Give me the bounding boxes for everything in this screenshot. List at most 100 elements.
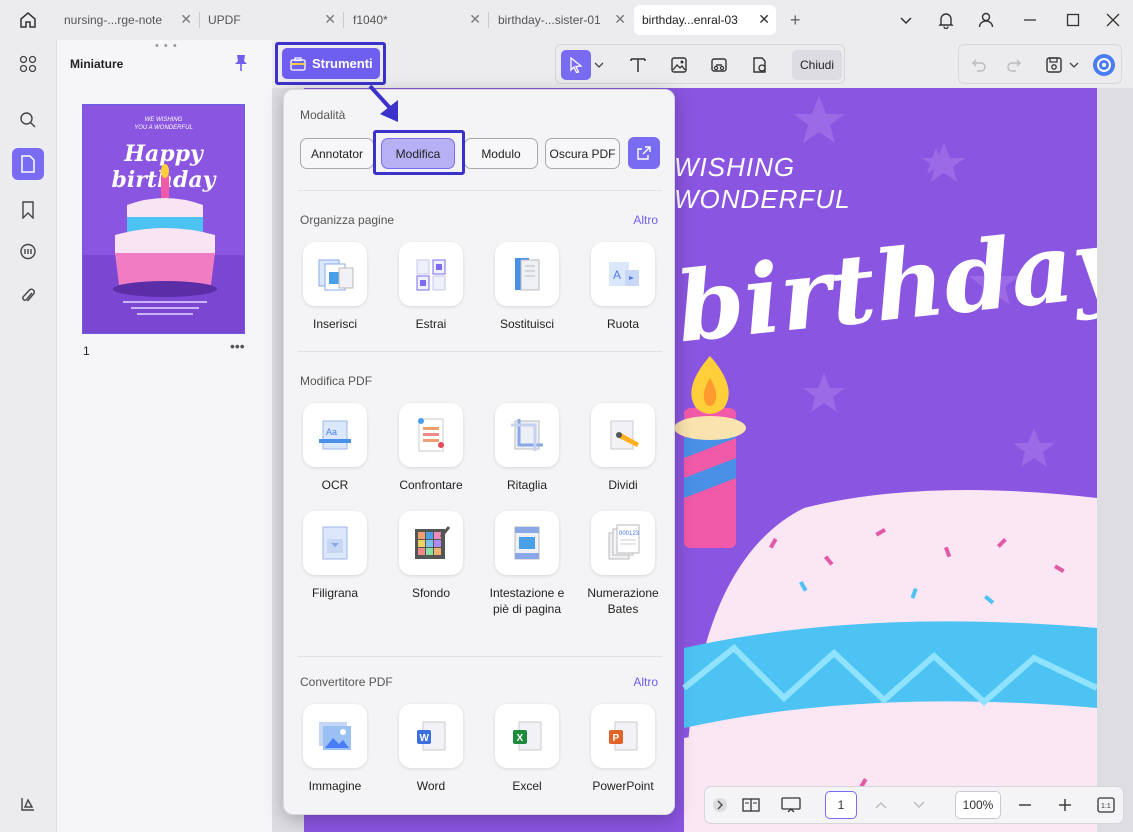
user-icon[interactable] xyxy=(976,10,996,30)
tool-ocr[interactable]: Aa OCR xyxy=(290,403,380,493)
tab-birthday-active[interactable]: birthday...enral-03 ✕ xyxy=(634,5,776,35)
tool-label: OCR xyxy=(321,478,349,492)
tool-numerazione-bates[interactable]: 000123 Numerazione Bates xyxy=(578,511,668,617)
tools-popup: Modalità Annotator Modifica Modulo Oscur… xyxy=(283,89,675,815)
tool-confrontare[interactable]: Confrontare xyxy=(386,403,476,493)
save-icon[interactable] xyxy=(1039,50,1069,80)
svg-text:A: A xyxy=(613,268,621,282)
collapse-nav-icon[interactable] xyxy=(711,791,729,819)
highlight-box xyxy=(373,130,465,175)
minimize-icon[interactable] xyxy=(1020,10,1040,30)
redo-icon[interactable] xyxy=(999,50,1029,80)
close-tab-icon[interactable]: ✕ xyxy=(469,11,481,28)
left-rail xyxy=(0,40,56,832)
thumb-page-number: 1 xyxy=(83,344,90,358)
zoom-level[interactable]: 100% xyxy=(955,791,1001,819)
page-navigation-bar: 1 100% 1:1 xyxy=(704,786,1124,824)
convertitore-altro-link[interactable]: Altro xyxy=(633,675,658,689)
tool-dividi[interactable]: Dividi xyxy=(578,403,668,493)
more-options-icon[interactable]: ••• xyxy=(230,338,245,354)
close-tab-icon[interactable]: ✕ xyxy=(180,11,192,28)
tool-ritaglia[interactable]: Ritaglia xyxy=(482,403,572,493)
tab-list-chevron-icon[interactable] xyxy=(896,10,916,30)
tab-bar: nursing-...rge-note ✕ UPDF ✕ f1040* ✕ bi… xyxy=(0,0,1133,40)
highlight-box xyxy=(275,42,386,85)
svg-text:W: W xyxy=(420,733,430,744)
svg-text:000123: 000123 xyxy=(619,531,640,537)
tool-word[interactable]: W Word xyxy=(386,704,476,794)
tool-label: Confrontare xyxy=(399,478,463,492)
previous-page-icon[interactable] xyxy=(871,791,891,819)
tab-nursing[interactable]: nursing-...rge-note ✕ xyxy=(56,5,198,35)
tool-intestazione[interactable]: Intestazione e piè di pagina xyxy=(482,511,572,617)
select-cursor-icon[interactable] xyxy=(561,50,591,80)
next-page-icon[interactable] xyxy=(909,791,929,819)
layers-icon[interactable] xyxy=(12,788,44,820)
bates-numbering-icon: 000123 xyxy=(591,511,655,575)
tab-birthday-sister[interactable]: birthday-...sister-01 ✕ xyxy=(490,5,632,35)
close-window-icon[interactable] xyxy=(1103,10,1123,30)
tool-sfondo[interactable]: Sfondo xyxy=(386,511,476,601)
image-tool-icon[interactable] xyxy=(664,50,694,80)
watermark-tool-icon[interactable] xyxy=(745,50,775,80)
tool-label: Excel xyxy=(512,779,542,793)
undo-icon[interactable] xyxy=(964,50,994,80)
rotate-pages-icon: A xyxy=(591,242,655,306)
close-tab-icon[interactable]: ✕ xyxy=(758,11,770,28)
pin-icon[interactable] xyxy=(234,54,248,75)
actual-size-icon[interactable]: 1:1 xyxy=(1095,791,1117,819)
replace-pages-icon xyxy=(495,242,559,306)
apps-grid-icon[interactable] xyxy=(12,48,44,80)
mode-annotator-button[interactable]: Annotator xyxy=(300,138,374,169)
tool-estrai[interactable]: Estrai xyxy=(386,242,476,332)
chiudi-button[interactable]: Chiudi xyxy=(792,50,842,80)
link-tool-icon[interactable] xyxy=(704,50,734,80)
annotation-arrow xyxy=(368,84,398,122)
panel-drag-handle[interactable]: • • • xyxy=(155,40,178,52)
tool-label: Intestazione e piè di pagina xyxy=(489,586,565,616)
close-tab-icon[interactable]: ✕ xyxy=(614,11,626,28)
watermark-icon xyxy=(303,511,367,575)
add-tab-icon[interactable]: + xyxy=(790,10,801,31)
tool-excel[interactable]: X Excel xyxy=(482,704,572,794)
page-layout-icon[interactable] xyxy=(739,791,763,819)
tool-ruota[interactable]: A Ruota xyxy=(578,242,668,332)
extract-pages-icon xyxy=(399,242,463,306)
bookmark-icon[interactable] xyxy=(12,194,44,226)
presentation-icon[interactable] xyxy=(779,791,803,819)
zoom-out-icon[interactable] xyxy=(1015,791,1035,819)
maximize-icon[interactable] xyxy=(1063,10,1083,30)
tab-label: nursing-...rge-note xyxy=(64,13,163,27)
tab-label: birthday...enral-03 xyxy=(642,13,738,27)
ai-assistant-icon[interactable] xyxy=(1089,50,1119,80)
page-number-input[interactable]: 1 xyxy=(825,791,857,819)
open-external-icon[interactable] xyxy=(628,137,660,169)
tool-label: Inserisci xyxy=(312,317,357,331)
comment-icon[interactable] xyxy=(12,236,44,268)
tool-powerpoint[interactable]: P PowerPoint xyxy=(578,704,668,794)
svg-text:X: X xyxy=(517,733,524,744)
page-thumbnail[interactable]: WE WISHING YOU A WONDERFUL Happy birthda… xyxy=(82,104,245,334)
thumbnails-page-icon[interactable] xyxy=(12,148,44,180)
tool-immagine[interactable]: Immagine xyxy=(290,704,380,794)
home-icon[interactable] xyxy=(14,9,42,31)
tab-f1040[interactable]: f1040* ✕ xyxy=(345,5,487,35)
tool-inserisci[interactable]: Inserisci xyxy=(290,242,380,332)
close-tab-icon[interactable]: ✕ xyxy=(324,11,336,28)
save-dropdown-icon[interactable] xyxy=(1067,50,1081,80)
tab-updf[interactable]: UPDF ✕ xyxy=(200,5,342,35)
select-dropdown-icon[interactable] xyxy=(592,50,606,80)
tool-label: Sostituisci xyxy=(499,317,555,331)
search-icon[interactable] xyxy=(12,104,44,136)
text-tool-icon[interactable] xyxy=(623,50,653,80)
mode-modulo-button[interactable]: Modulo xyxy=(464,138,538,169)
tab-label: birthday-...sister-01 xyxy=(498,13,601,27)
zoom-in-icon[interactable] xyxy=(1055,791,1075,819)
organizza-altro-link[interactable]: Altro xyxy=(633,213,658,227)
attachment-icon[interactable] xyxy=(12,280,44,312)
bell-icon[interactable] xyxy=(936,10,956,30)
mode-oscura-pdf-button[interactable]: Oscura PDF xyxy=(545,138,620,169)
tool-filigrana[interactable]: Filigrana xyxy=(290,511,380,601)
tool-label: Sfondo xyxy=(411,586,451,600)
tool-sostituisci[interactable]: Sostituisci xyxy=(482,242,572,332)
